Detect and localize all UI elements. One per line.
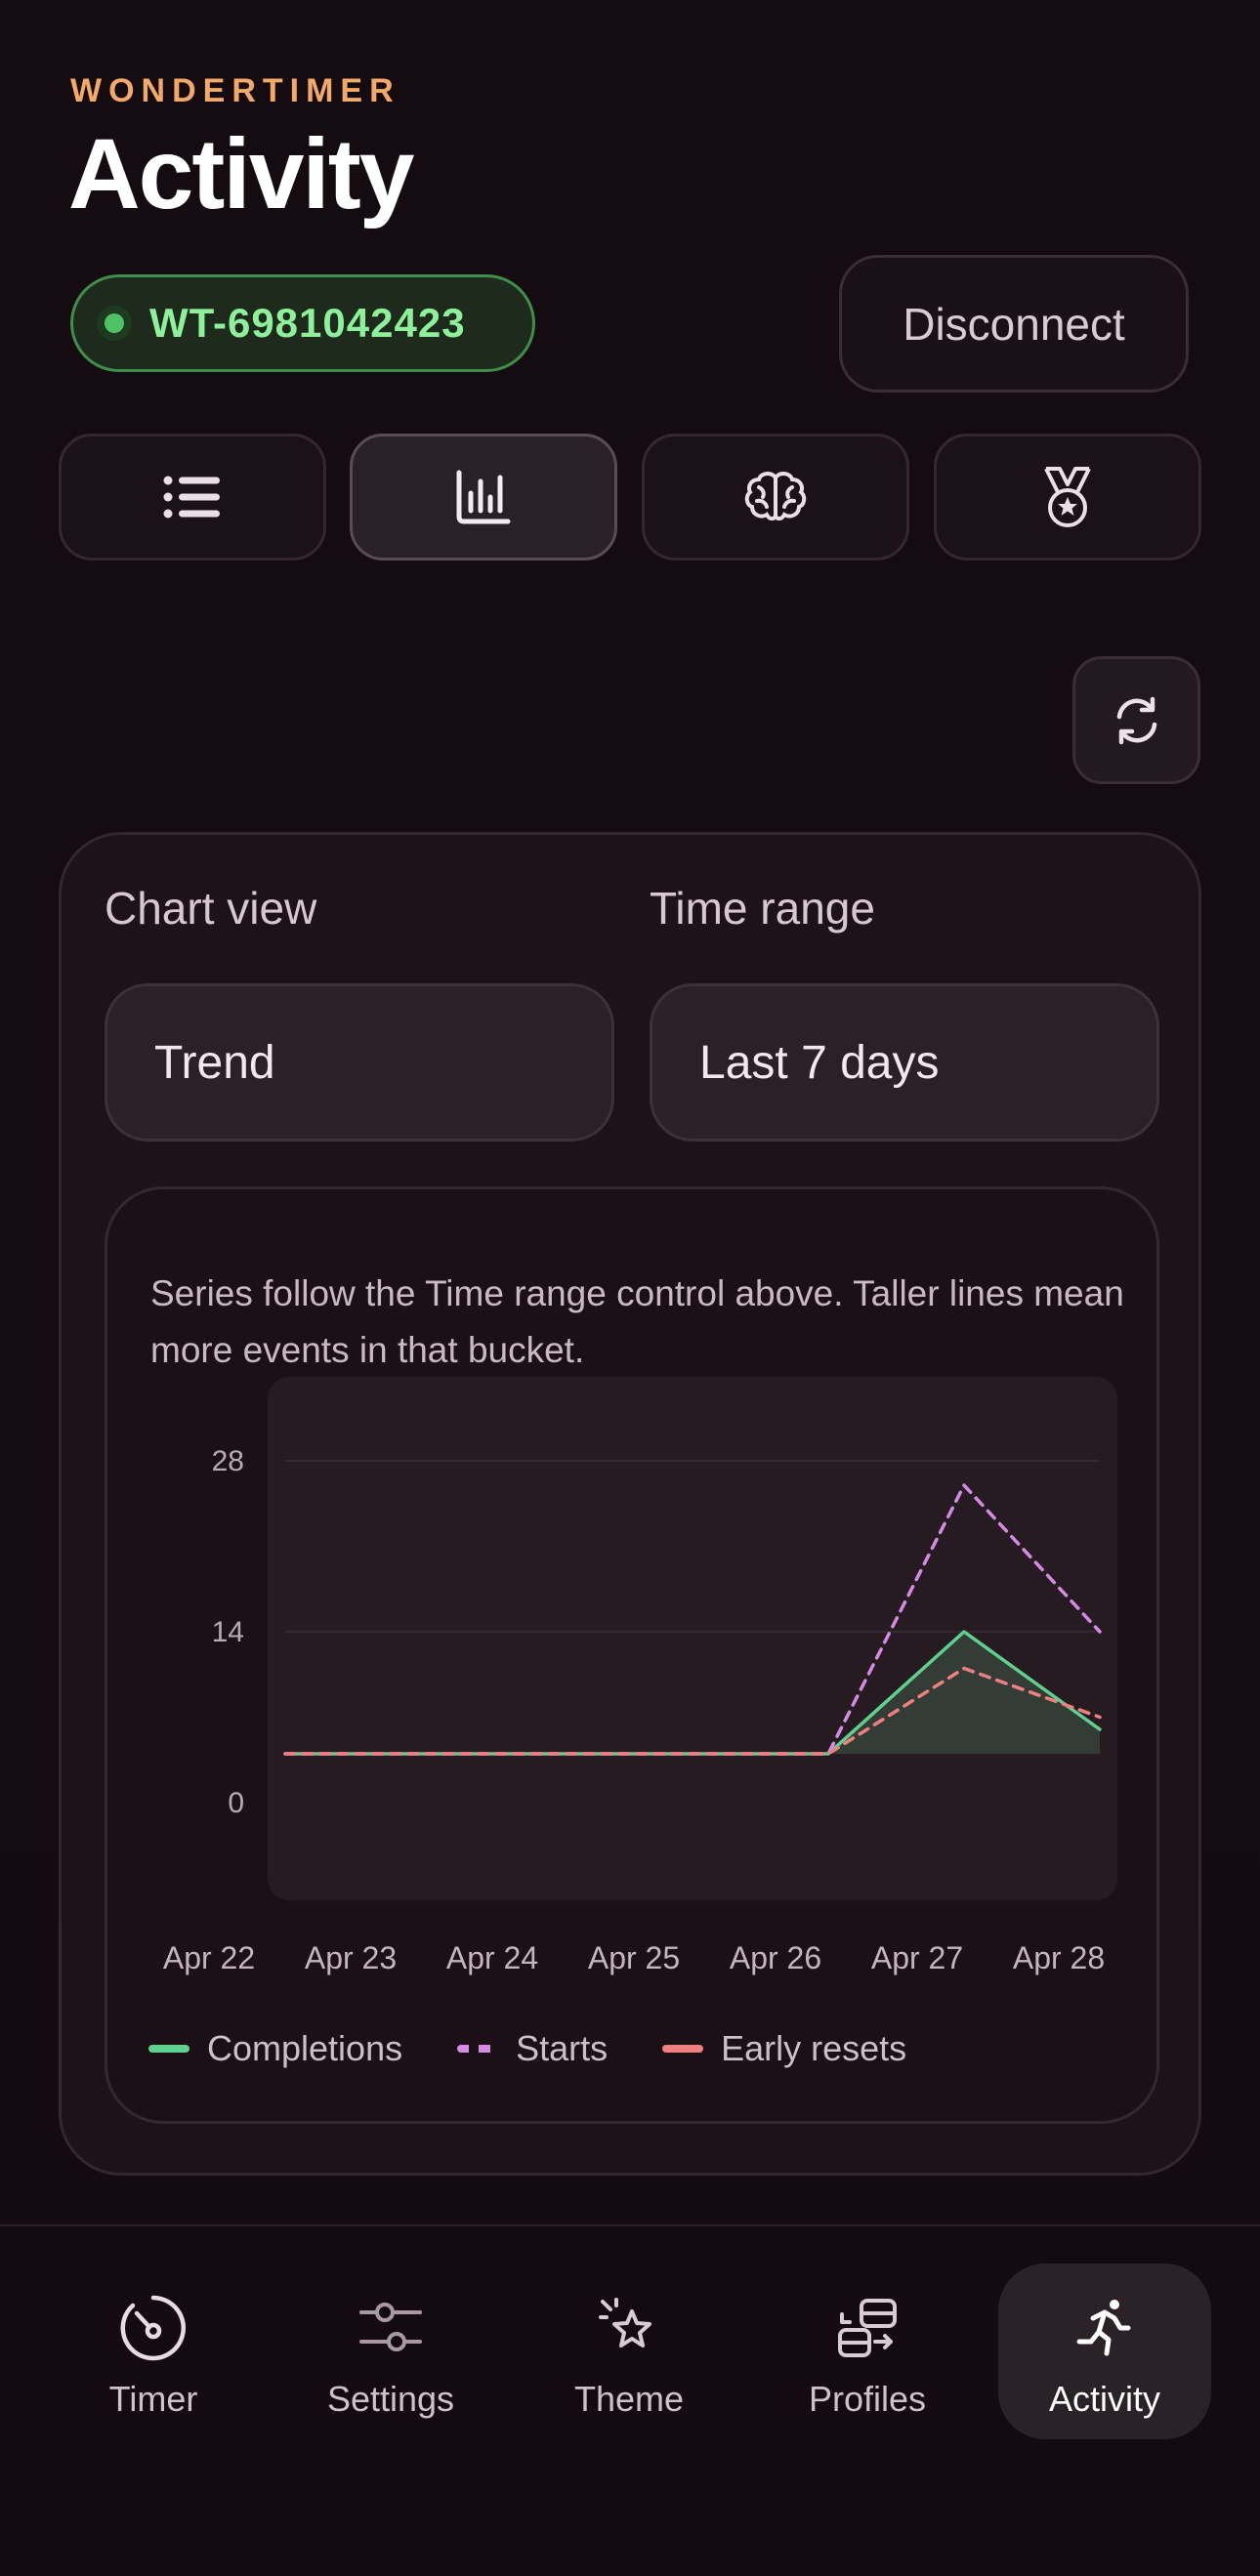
nav-timer-label: Timer — [108, 2379, 198, 2419]
timer-icon — [120, 2295, 187, 2361]
activity-screen: WONDERTIMER Activity WT-6981042423 Disco… — [0, 0, 1260, 2576]
sliders-icon — [359, 2303, 422, 2351]
chart-card: Chart view Time range Trend Last 7 days … — [59, 832, 1201, 2176]
nav-activity[interactable]: Activity — [998, 2264, 1211, 2439]
data-point-early-resets — [692, 1753, 694, 1756]
data-point-early-resets — [963, 1667, 966, 1670]
brain-icon — [744, 472, 807, 521]
data-point-starts — [1099, 1631, 1102, 1634]
data-point-starts — [963, 1484, 966, 1487]
data-point-completions — [1099, 1728, 1102, 1731]
nav-profiles-label: Profiles — [808, 2379, 927, 2419]
chart-legend: Completions Starts Early resets — [148, 2019, 961, 2078]
runner-icon — [1076, 2300, 1131, 2356]
time-range-value: Last 7 days — [699, 1036, 940, 1089]
legend-swatch-starts — [457, 2045, 499, 2053]
bottom-nav: Timer Settings Theme Profiles Activity — [0, 2224, 1260, 2576]
legend-item-starts: Starts — [457, 2028, 608, 2069]
chart-view-label: Chart view — [105, 883, 317, 934]
medal-icon — [1044, 467, 1091, 527]
profiles-icon — [838, 2299, 897, 2357]
y-tick-label: 0 — [228, 1787, 244, 1819]
device-status-pill: WT-6981042423 — [70, 274, 535, 372]
x-tick-label: Apr 24 — [446, 1940, 538, 1975]
tab-achievements[interactable] — [934, 434, 1201, 561]
nav-theme[interactable]: Theme — [523, 2264, 735, 2439]
list-icon — [163, 476, 220, 519]
refresh-icon — [1116, 696, 1156, 744]
view-tabs — [59, 434, 1201, 561]
nav-activity-label: Activity — [1048, 2379, 1160, 2419]
time-range-select[interactable]: Last 7 days — [650, 983, 1159, 1142]
tab-stats[interactable] — [350, 434, 617, 561]
bar-chart-icon — [456, 470, 511, 524]
device-id: WT-6981042423 — [149, 300, 466, 346]
nav-settings-label: Settings — [326, 2379, 455, 2419]
tab-insights[interactable] — [642, 434, 909, 561]
legend-item-completions: Completions — [148, 2028, 402, 2069]
legend-label-early-resets: Early resets — [721, 2028, 907, 2068]
x-tick-label: Apr 28 — [1013, 1940, 1105, 1975]
legend-item-early-resets: Early resets — [662, 2028, 906, 2069]
refresh-button[interactable] — [1072, 656, 1200, 784]
nav-timer[interactable]: Timer — [47, 2264, 260, 2439]
data-point-early-resets — [827, 1753, 830, 1756]
x-tick-label: Apr 23 — [305, 1940, 397, 1975]
chart-panel: Series follow the Time range control abo… — [105, 1186, 1159, 2124]
page-title: Activity — [68, 118, 414, 229]
chart-view-select[interactable]: Trend — [105, 983, 614, 1142]
time-range-label: Time range — [650, 883, 875, 934]
x-tick-label: Apr 27 — [871, 1940, 963, 1975]
data-point-early-resets — [1099, 1716, 1102, 1719]
x-tick-label: Apr 26 — [730, 1940, 821, 1975]
legend-label-completions: Completions — [207, 2028, 403, 2068]
tab-list[interactable] — [59, 434, 326, 561]
connected-dot-icon — [97, 306, 132, 341]
nav-profiles[interactable]: Profiles — [761, 2264, 974, 2439]
data-point-early-resets — [420, 1753, 423, 1756]
y-tick-label: 28 — [212, 1445, 244, 1477]
disconnect-button[interactable]: Disconnect — [839, 255, 1189, 393]
nav-settings[interactable]: Settings — [284, 2264, 497, 2439]
legend-swatch-completions — [148, 2045, 189, 2053]
data-point-early-resets — [284, 1753, 287, 1756]
y-tick-label: 14 — [212, 1616, 244, 1648]
data-point-completions — [963, 1631, 966, 1634]
nav-theme-label: Theme — [573, 2379, 685, 2419]
plot-background — [268, 1377, 1117, 1900]
legend-swatch-early-resets — [662, 2045, 704, 2053]
chart-view-value: Trend — [154, 1036, 275, 1089]
trend-chart: 0 14 28 Apr 22 Apr 23 Apr 24 Apr 25 Apr 26 Apr 2… — [163, 1377, 1117, 1975]
data-point-early-resets — [556, 1753, 559, 1756]
legend-label-starts: Starts — [516, 2028, 609, 2068]
x-tick-label: Apr 22 — [163, 1940, 255, 1975]
x-tick-label: Apr 25 — [588, 1940, 680, 1975]
sparkle-star-icon — [599, 2298, 651, 2347]
brand-label: WONDERTIMER — [70, 72, 400, 109]
